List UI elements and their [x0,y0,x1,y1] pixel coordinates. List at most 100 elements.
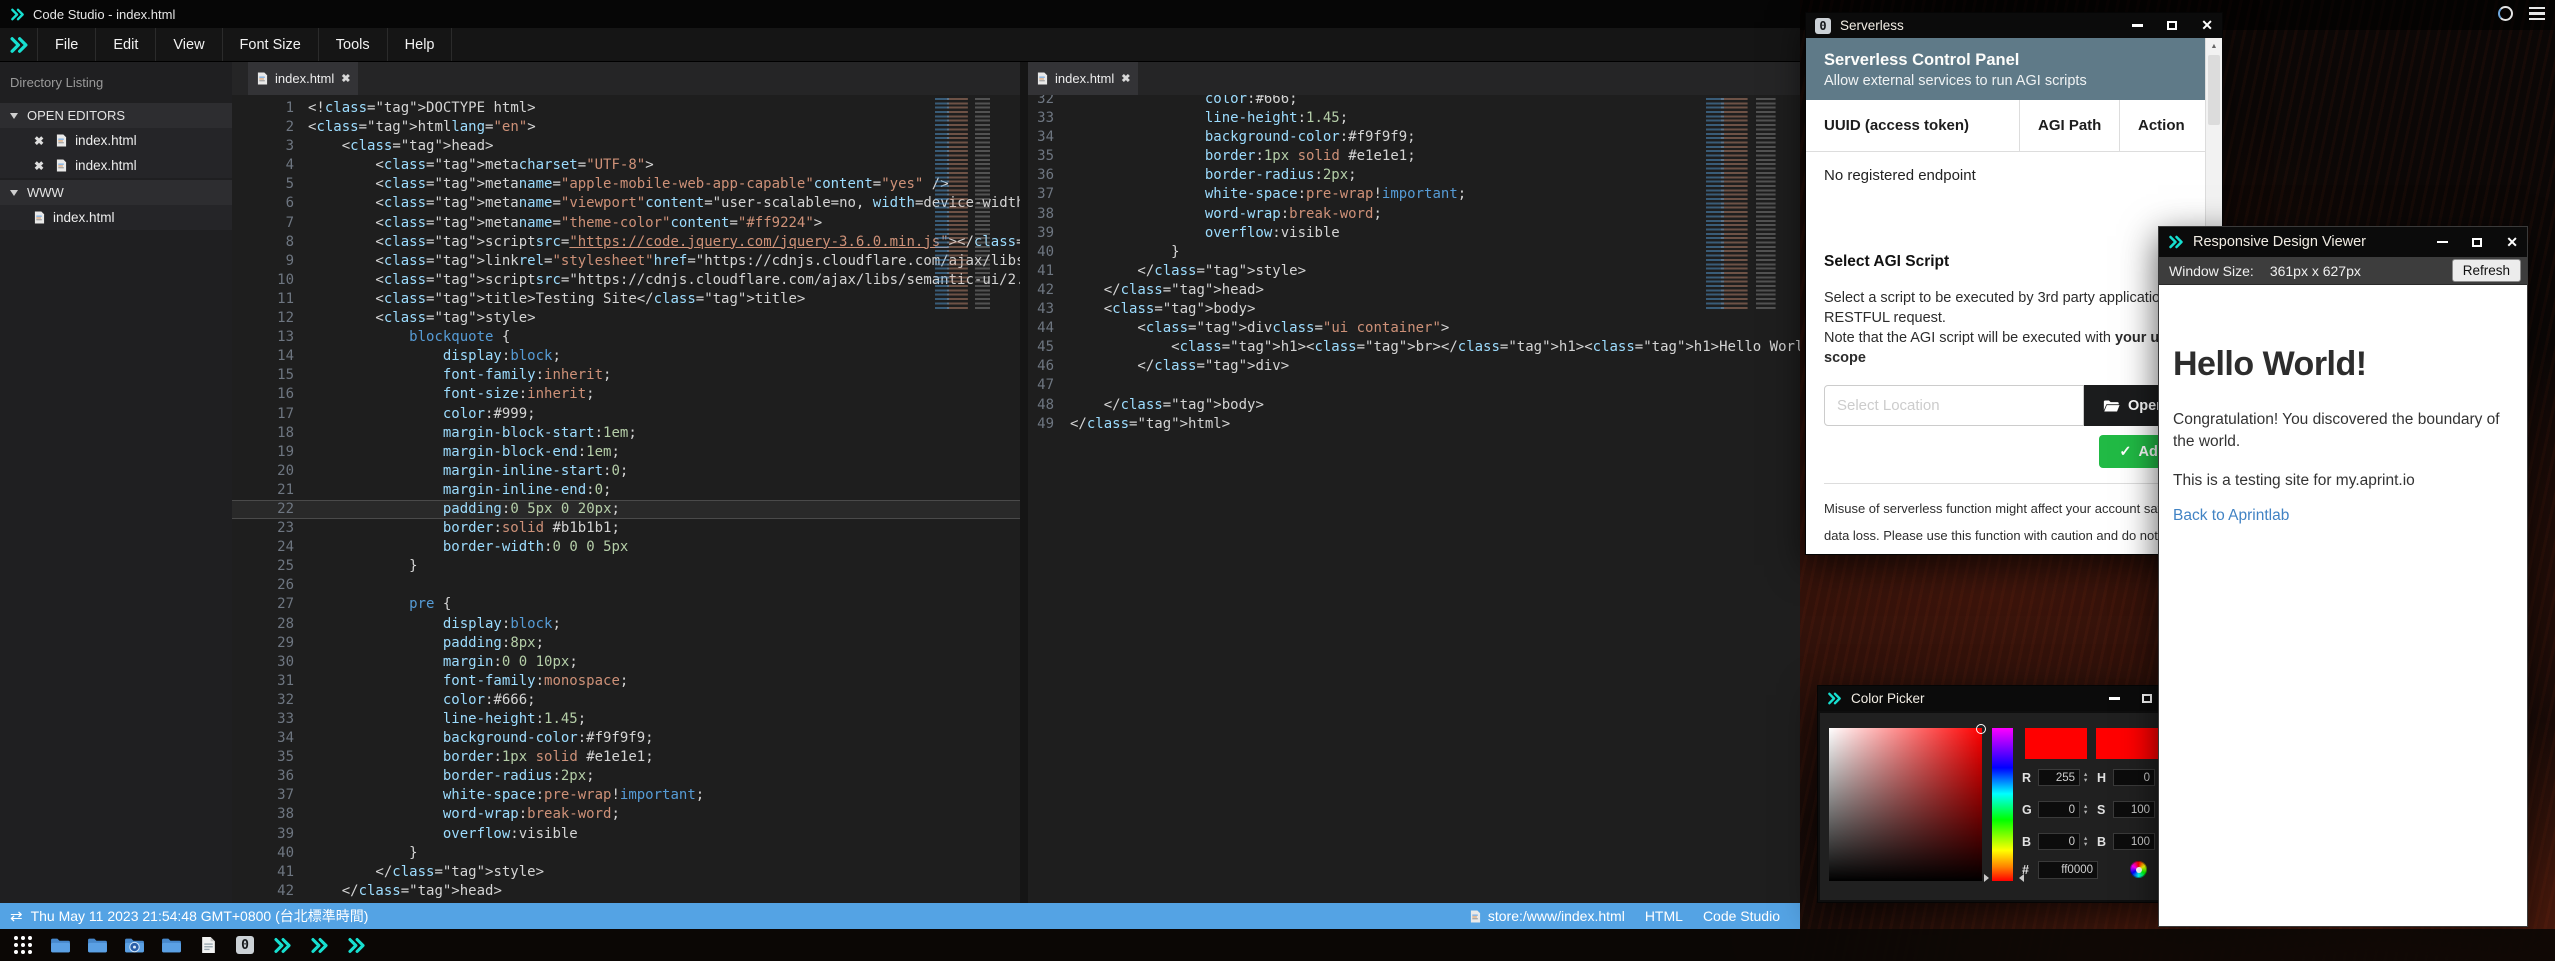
code-line[interactable]: 9 <class="tag">link rel="stylesheet" hre… [232,252,1020,271]
stepper-icon[interactable]: ▴▾ [2084,804,2087,815]
code-line[interactable]: 44 <class="tag">div class="ui container"… [1028,319,1800,338]
menu-item-help[interactable]: Help [388,28,453,61]
minimize-icon[interactable] [2132,24,2143,27]
field-value-input[interactable]: 255 [2038,769,2080,786]
taskbar-folder-icon[interactable] [49,934,71,956]
scroll-up-icon[interactable]: ▲ [2206,38,2222,54]
code-line[interactable]: 8 <class="tag">script src="https://code.… [232,233,1020,252]
hue-slider[interactable] [1992,728,2013,881]
close-icon[interactable]: ✕ [2201,17,2213,34]
taskbar-document-icon[interactable] [197,934,219,956]
code-line[interactable]: 45 <class="tag">h1><class="tag">br></cla… [1028,338,1800,357]
code-line[interactable]: 29 padding:8px; [232,634,1020,653]
code-line[interactable]: 17 color:#999; [232,405,1020,424]
taskbar-folder-icon[interactable] [86,934,108,956]
refresh-button[interactable]: Refresh [2452,259,2521,282]
code-line[interactable]: 43 <class="tag">body> [1028,300,1800,319]
code-line[interactable]: 10 <class="tag">script src="https://cdnj… [232,271,1020,290]
code-line[interactable]: 15 font-family:inherit; [232,366,1020,385]
sidebar-section-open-editors[interactable]: OPEN EDITORS [0,103,232,128]
close-icon[interactable]: ✕ [2506,234,2518,251]
maximize-icon[interactable] [2167,21,2177,30]
field-value-input[interactable]: 0 [2113,769,2155,786]
tab-close-icon[interactable]: ✖ [1121,72,1130,85]
color-wheel-icon[interactable] [2130,861,2147,878]
editor-pane-1[interactable]: index.html ✖ 1<!class="tag">DOCTYPE html… [232,62,1020,903]
code-line[interactable]: 12 <class="tag">style> [232,309,1020,328]
script-location-input[interactable] [1824,385,2084,426]
code-line[interactable]: 2<class="tag">html lang="en"> [232,118,1020,137]
code-line[interactable]: 7 <class="tag">meta name="theme-color" c… [232,214,1020,233]
sidebar-section-www[interactable]: WWW [0,180,232,205]
field-value-input[interactable]: 0 [2038,833,2080,850]
field-value-input[interactable]: 0 [2038,801,2080,818]
code-line[interactable]: 35 border:1px solid #e1e1e1; [232,748,1020,767]
code-line[interactable]: 19 margin-block-end:1em; [232,443,1020,462]
code-line[interactable]: 39 overflow:visible [1028,224,1800,243]
code-line[interactable]: 1<!class="tag">DOCTYPE html> [232,99,1020,118]
minimize-icon[interactable] [2437,241,2448,244]
code-line[interactable]: 40 } [232,844,1020,863]
tab-index-html[interactable]: index.html ✖ [248,62,358,95]
code-line[interactable]: 33 line-height:1.45; [232,710,1020,729]
code-line[interactable]: 35 border:1px solid #e1e1e1; [1028,147,1800,166]
code-line[interactable]: 14 display:block; [232,347,1020,366]
code-line[interactable]: 40 } [1028,243,1800,262]
minimap-2[interactable] [1706,98,1776,310]
code-line[interactable]: 33 line-height:1.45; [1028,109,1800,128]
code-line[interactable]: 13 blockquote { [232,328,1020,347]
code-line[interactable]: 42 </class="tag">head> [232,882,1020,901]
minimize-icon[interactable] [2109,697,2120,700]
code-area-1[interactable]: 1<!class="tag">DOCTYPE html>2<class="tag… [232,95,1020,903]
taskbar-folder-disk-icon[interactable] [123,934,145,956]
menu-item-edit[interactable]: Edit [96,28,156,61]
code-line[interactable]: 11 <class="tag">title>Testing Site</clas… [232,290,1020,309]
code-line[interactable]: 37 white-space:pre-wrap!important; [1028,185,1800,204]
code-line[interactable]: 6 <class="tag">meta name="viewport" cont… [232,194,1020,213]
code-line[interactable]: 46 </class="tag">div> [1028,357,1800,376]
code-line[interactable]: 47 [1028,376,1800,395]
taskbar-app-grid-icon[interactable] [12,934,34,956]
field-value-input[interactable]: 100 [2113,801,2155,818]
tab-close-icon[interactable]: ✖ [341,72,350,85]
code-line[interactable]: 48 </class="tag">body> [1028,396,1800,415]
sidebar-item-index-html[interactable]: ✖index.html [0,128,232,153]
maximize-icon[interactable] [2472,238,2482,247]
scrollbar-thumb[interactable] [2208,55,2220,125]
taskbar-serverless-icon[interactable]: 0 [234,934,256,956]
code-line[interactable]: 5 <class="tag">meta name="apple-mobile-w… [232,175,1020,194]
taskbar-code-studio-icon[interactable] [308,934,330,956]
minimap-1[interactable] [935,98,990,310]
code-line[interactable]: 39 overflow:visible [232,825,1020,844]
close-icon[interactable]: ✖ [34,159,44,173]
pane-divider[interactable] [1020,62,1028,903]
code-line[interactable]: 42 </class="tag">head> [1028,281,1800,300]
code-line[interactable]: 32 color:#666; [1028,95,1800,109]
code-line[interactable]: 28 display:block; [232,615,1020,634]
menu-item-tools[interactable]: Tools [319,28,388,61]
close-icon[interactable]: ✖ [34,134,44,148]
menu-item-font-size[interactable]: Font Size [223,28,319,61]
sidebar-item-index-html[interactable]: index.html [0,205,232,230]
code-line[interactable]: 49</class="tag">html> [1028,415,1800,434]
menu-item-file[interactable]: File [38,28,96,61]
code-line[interactable]: 20 margin-inline-start:0; [232,462,1020,481]
taskbar-code-studio-icon[interactable] [271,934,293,956]
code-line[interactable]: 38 word-wrap:break-word; [232,805,1020,824]
code-line[interactable]: 31 font-family:monospace; [232,672,1020,691]
code-line[interactable]: 21 margin-inline-end:0; [232,481,1020,500]
hamburger-menu-icon[interactable] [2529,7,2545,21]
menu-item-view[interactable]: View [156,28,222,61]
back-to-aprintlab-link[interactable]: Back to Aprintlab [2173,507,2513,525]
code-line[interactable]: 4 <class="tag">meta charset="UTF-8"> [232,156,1020,175]
code-line[interactable]: 41 </class="tag">style> [232,863,1020,882]
code-line[interactable]: 3 <class="tag">head> [232,137,1020,156]
hex-input[interactable]: ff0000 [2038,861,2098,879]
tab-index-html[interactable]: index.html ✖ [1028,62,1138,95]
code-line[interactable]: 32 color:#666; [232,691,1020,710]
code-line[interactable]: 37 white-space:pre-wrap!important; [232,786,1020,805]
sv-selector-ring[interactable] [1976,724,1986,734]
taskbar-folder-icon[interactable] [160,934,182,956]
hue-marker-left-icon[interactable] [1984,874,1993,882]
code-line[interactable]: 16 font-size:inherit; [232,385,1020,404]
